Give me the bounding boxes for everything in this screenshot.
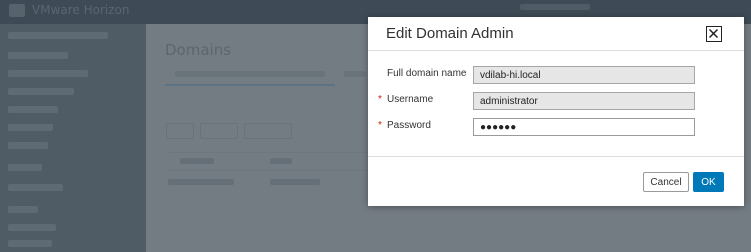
dialog-title: Edit Domain Admin — [386, 25, 514, 42]
password-field[interactable] — [473, 118, 695, 136]
toolbar-button — [166, 123, 194, 139]
toolbar-button — [244, 123, 292, 139]
grid-divider — [165, 170, 370, 171]
edit-domain-admin-dialog: Edit Domain Admin Full domain name * Use… — [368, 17, 744, 206]
full-domain-name-field[interactable] — [473, 66, 695, 84]
grid-header — [270, 158, 292, 164]
tab-label — [175, 71, 325, 77]
sidebar-item — [8, 106, 58, 113]
password-label: Password — [387, 120, 431, 131]
grid-cell — [270, 179, 320, 185]
cancel-button[interactable]: Cancel — [643, 172, 689, 192]
sidebar-item — [8, 52, 68, 59]
sidebar — [0, 24, 146, 252]
sidebar-item — [8, 164, 42, 171]
header-divider — [368, 50, 744, 51]
product-name: VMware Horizon — [32, 3, 130, 17]
close-button[interactable] — [706, 26, 722, 42]
ok-button[interactable]: OK — [693, 172, 724, 192]
required-marker: * — [378, 120, 382, 131]
sidebar-item — [8, 70, 88, 77]
required-marker: * — [378, 94, 382, 105]
footer-divider — [368, 156, 744, 157]
toolbar-button — [200, 123, 238, 139]
sidebar-item — [8, 240, 52, 247]
header-user-area — [520, 4, 590, 10]
username-field[interactable] — [473, 92, 695, 110]
tab-label — [344, 71, 366, 77]
sidebar-item — [8, 32, 108, 39]
username-label: Username — [387, 94, 434, 105]
sidebar-item — [8, 206, 38, 213]
grid-header — [180, 158, 214, 164]
grid-cell — [168, 179, 234, 185]
page-title: Domains — [165, 41, 232, 59]
full-domain-name-label: Full domain name — [387, 68, 467, 79]
vmware-logo — [9, 4, 25, 17]
grid-divider — [165, 152, 370, 153]
active-tab-indicator — [165, 84, 335, 86]
close-icon — [708, 28, 719, 39]
sidebar-item — [8, 88, 74, 95]
sidebar-item — [8, 184, 63, 191]
sidebar-item — [8, 224, 56, 231]
sidebar-item — [8, 124, 53, 131]
sidebar-item — [8, 142, 48, 149]
